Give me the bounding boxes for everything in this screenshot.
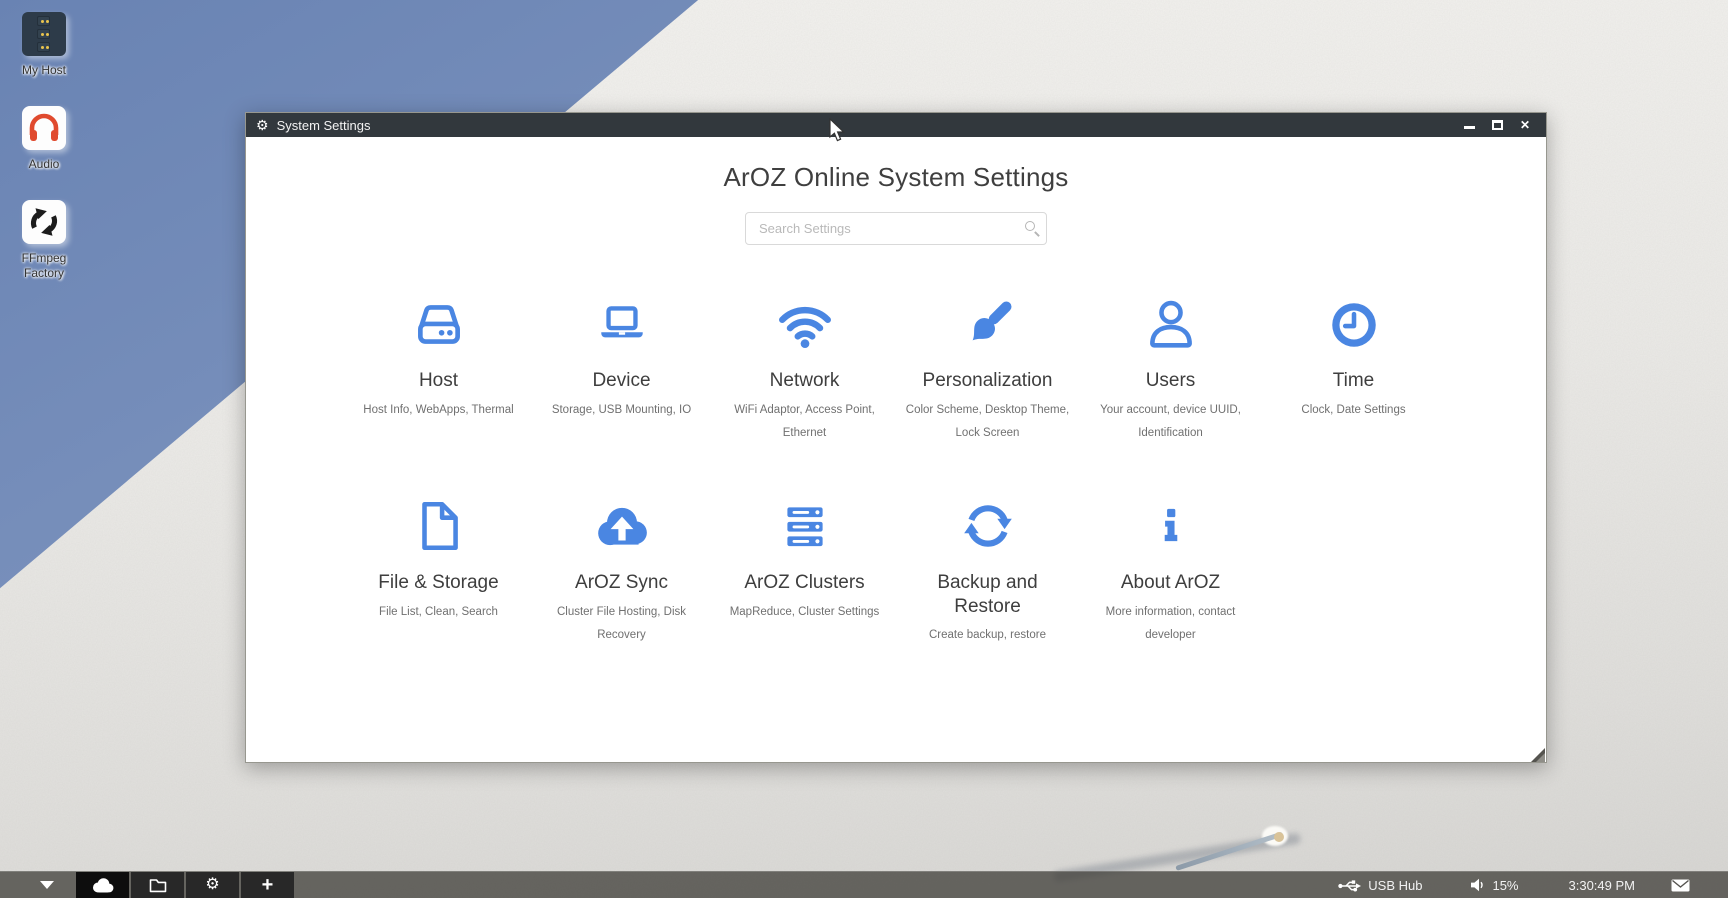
- minimize-icon[interactable]: [1462, 118, 1476, 132]
- desktop: My Host Audio FFmpeg Factor: [0, 0, 1728, 898]
- about-aroz-icon: [1149, 492, 1193, 556]
- setting-desc: File List, Clean, Search: [379, 601, 498, 625]
- usb-status[interactable]: USB Hub: [1338, 878, 1422, 893]
- window-content: ArOZ Online System Settings Host Host: [246, 137, 1546, 763]
- personalization-icon: [957, 290, 1019, 354]
- setting-item-file-storage[interactable]: File & Storage File List, Clean, Search: [347, 492, 530, 648]
- setting-title: Personalization: [923, 369, 1053, 393]
- maximize-icon[interactable]: [1490, 118, 1504, 132]
- desktop-icon-list: My Host Audio FFmpeg Factor: [8, 12, 80, 309]
- setting-desc: WiFi Adaptor, Access Point, Ethernet: [715, 399, 895, 446]
- clock[interactable]: 3:30:49 PM: [1569, 878, 1636, 893]
- search-input[interactable]: [745, 212, 1047, 245]
- setting-item-network[interactable]: Network WiFi Adaptor, Access Point, Ethe…: [713, 290, 896, 446]
- setting-title: Host: [419, 369, 458, 393]
- setting-title: ArOZ Sync: [575, 571, 668, 595]
- envelope-icon[interactable]: [1671, 879, 1690, 892]
- cloud-icon: [91, 878, 115, 893]
- usb-label: USB Hub: [1368, 878, 1422, 893]
- setting-item-personalization[interactable]: Personalization Color Scheme, Desktop Th…: [896, 290, 1079, 446]
- aroz-clusters-icon: [775, 492, 835, 556]
- setting-desc: Host Info, WebApps, Thermal: [363, 399, 513, 423]
- setting-desc: Your account, device UUID, Identificatio…: [1081, 399, 1261, 446]
- setting-title: Users: [1146, 369, 1196, 393]
- time-icon: [1325, 290, 1383, 354]
- headphones-icon: [22, 106, 66, 150]
- setting-desc: Cluster File Hosting, Disk Recovery: [532, 601, 712, 648]
- setting-item-device[interactable]: Device Storage, USB Mounting, IO: [530, 290, 713, 446]
- taskbar-button-cloud[interactable]: [76, 872, 129, 898]
- caret-down-icon[interactable]: [40, 881, 54, 889]
- desktop-icon-label: My Host: [22, 63, 66, 78]
- setting-item-aroz-clusters[interactable]: ArOZ Clusters MapReduce, Cluster Setting…: [713, 492, 896, 648]
- desktop-icon-label: Audio: [29, 157, 60, 172]
- volume-label: 15%: [1492, 878, 1518, 893]
- volume-status[interactable]: 15%: [1470, 878, 1518, 893]
- speaker-icon: [1470, 878, 1485, 892]
- recycle-arrows-icon: [22, 200, 66, 244]
- mouse-cursor: [829, 118, 847, 143]
- setting-title: File & Storage: [378, 571, 498, 595]
- magnifier-icon: [1025, 221, 1035, 231]
- setting-title: About ArOZ: [1121, 571, 1220, 595]
- desktop-icon-my-host[interactable]: My Host: [22, 12, 66, 78]
- aroz-sync-icon: [590, 492, 654, 556]
- search-box: [745, 212, 1047, 245]
- settings-grid: Host Host Info, WebApps, Thermal Device …: [347, 290, 1445, 648]
- setting-item-aroz-sync[interactable]: ArOZ Sync Cluster File Hosting, Disk Rec…: [530, 492, 713, 648]
- usb-icon: [1338, 878, 1361, 893]
- taskbar-button-settings[interactable]: ⚙: [186, 872, 239, 898]
- taskbar-button-files[interactable]: [131, 872, 184, 898]
- setting-item-time[interactable]: Time Clock, Date Settings: [1262, 290, 1445, 446]
- folder-icon: [149, 878, 167, 893]
- network-icon: [774, 290, 836, 354]
- setting-item-host[interactable]: Host Host Info, WebApps, Thermal: [347, 290, 530, 446]
- setting-title: Network: [770, 369, 840, 393]
- setting-item-backup-restore[interactable]: Backup and Restore Create backup, restor…: [896, 492, 1079, 648]
- gear-icon: ⚙: [205, 877, 219, 893]
- setting-desc: More information, contact developer: [1081, 601, 1261, 648]
- setting-title: Backup and Restore: [912, 571, 1064, 619]
- setting-desc: Clock, Date Settings: [1301, 399, 1405, 423]
- plus-icon: +: [262, 875, 274, 895]
- device-icon: [591, 290, 653, 354]
- setting-title: Device: [592, 369, 650, 393]
- users-icon: [1141, 290, 1201, 354]
- setting-desc: MapReduce, Cluster Settings: [730, 601, 880, 625]
- stick-knob: [1274, 832, 1284, 842]
- taskbar: ⚙ + USB Hub: [0, 871, 1728, 898]
- desktop-icon-label: FFmpeg Factory: [11, 251, 77, 281]
- setting-desc: Color Scheme, Desktop Theme, Lock Screen: [898, 399, 1078, 446]
- file-storage-icon: [410, 492, 468, 556]
- system-settings-window: ⚙ System Settings ✕ ArOZ Online System S…: [245, 112, 1547, 763]
- gear-icon: ⚙: [256, 118, 269, 132]
- host-icon: [409, 290, 469, 354]
- taskbar-status-area: USB Hub 15% 3:30:49 PM: [1338, 872, 1728, 898]
- backup-restore-icon: [958, 492, 1018, 556]
- setting-item-about-aroz[interactable]: About ArOZ More information, contact dev…: [1079, 492, 1262, 648]
- setting-desc: Storage, USB Mounting, IO: [552, 399, 691, 423]
- window-title: System Settings: [277, 118, 371, 133]
- window-titlebar[interactable]: ⚙ System Settings ✕: [246, 113, 1546, 137]
- setting-desc: Create backup, restore: [929, 624, 1046, 648]
- desktop-icon-ffmpeg[interactable]: FFmpeg Factory: [11, 200, 77, 281]
- setting-title: ArOZ Clusters: [744, 571, 864, 595]
- setting-item-users[interactable]: Users Your account, device UUID, Identif…: [1079, 290, 1262, 446]
- taskbar-button-add[interactable]: +: [241, 872, 294, 898]
- setting-title: Time: [1333, 369, 1375, 393]
- server-icon: [22, 12, 66, 56]
- desktop-icon-audio[interactable]: Audio: [22, 106, 66, 172]
- resize-handle-highlight: [1536, 753, 1545, 762]
- close-icon[interactable]: ✕: [1518, 118, 1532, 132]
- page-title: ArOZ Online System Settings: [246, 162, 1546, 193]
